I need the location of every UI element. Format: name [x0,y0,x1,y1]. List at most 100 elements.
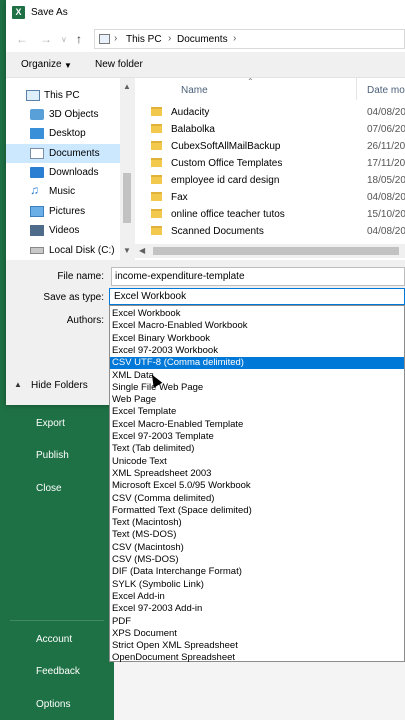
collapse-caret-icon: ▲ [14,380,22,389]
nav-label: This PC [44,90,80,101]
3d-objects-icon [30,109,44,120]
file-type-option[interactable]: Text (MS-DOS) [110,529,404,541]
nav-item-documents[interactable]: Documents [6,144,120,163]
breadcrumb-separator-icon[interactable]: › [233,33,236,44]
file-type-option[interactable]: Excel 97-2003 Workbook [110,345,404,357]
nav-item-music[interactable]: ♫ Music [6,182,120,201]
file-type-option[interactable]: DIF (Data Interchange Format) [110,566,404,578]
breadcrumb-documents[interactable]: Documents [177,34,228,45]
folder-icon [151,226,162,235]
scroll-down-icon[interactable]: ▼ [123,246,131,255]
file-type-option[interactable]: CSV (Macintosh) [110,542,404,554]
hscroll-thumb[interactable] [153,247,399,255]
forward-arrow-icon[interactable]: → [40,32,52,46]
backstage-account[interactable]: Account [36,634,72,645]
file-type-option[interactable]: Excel Workbook [110,308,404,320]
file-type-option[interactable]: Excel Binary Workbook [110,333,404,345]
file-type-option[interactable]: CSV UTF-8 (Comma delimited) [110,357,404,370]
up-arrow-icon[interactable]: ↑ [76,32,82,46]
column-header-name[interactable]: Name [181,85,208,96]
file-type-option[interactable]: SYLK (Symbolic Link) [110,579,404,591]
file-row[interactable]: employee id card design 18/05/202 [135,172,405,189]
folder-icon [151,209,162,218]
breadcrumb-separator-icon[interactable]: › [168,33,171,44]
organize-dropdown-icon[interactable]: ▼ [64,61,72,70]
scroll-left-icon[interactable]: ◀ [139,246,145,255]
file-type-option[interactable]: Web Page [110,394,404,406]
nav-label: Desktop [49,128,86,139]
file-type-option[interactable]: Unicode Text [110,456,404,468]
nav-label: Pictures [49,206,86,217]
backstage-feedback[interactable]: Feedback [36,666,80,677]
file-name: CubexSoftAllMailBackup [171,141,281,152]
file-name: Audacity [171,107,210,118]
file-type-option[interactable]: PDF [110,616,404,628]
breadcrumb-separator-icon[interactable]: › [114,33,117,44]
column-header-date[interactable]: Date mo [367,85,405,96]
file-type-option[interactable]: CSV (MS-DOS) [110,554,404,566]
save-as-type-select[interactable]: Excel Workbook [109,288,405,305]
pc-mini-icon [99,34,110,44]
file-date: 26/11/202 [367,141,405,152]
file-type-option[interactable]: Excel Add-in [110,591,404,603]
organize-button[interactable]: Organize [21,59,62,70]
backstage-close[interactable]: Close [36,483,62,494]
address-bar[interactable]: › This PC › Documents › [94,29,405,49]
pc-icon [26,90,40,101]
file-name: Fax [171,192,188,203]
backstage-export[interactable]: Export [36,418,65,429]
folder-icon [151,175,162,184]
file-type-option[interactable]: Text (Macintosh) [110,517,404,529]
nav-item-desktop[interactable]: Desktop [6,124,120,143]
file-type-option[interactable]: Excel 97-2003 Add-in [110,603,404,615]
file-row[interactable]: Custom Office Templates 17/11/202 [135,155,405,172]
file-type-option[interactable]: OpenDocument Spreadsheet [110,652,404,664]
breadcrumb-this-pc[interactable]: This PC [126,34,162,45]
file-type-option[interactable]: Text (Tab delimited) [110,443,404,455]
backstage-options[interactable]: Options [36,699,70,710]
backstage-publish[interactable]: Publish [36,450,69,461]
nav-scroll-thumb[interactable] [123,173,131,223]
save-as-type-value: Excel Workbook [114,291,187,302]
file-type-option[interactable]: Microsoft Excel 5.0/95 Workbook [110,480,404,492]
recent-chevron-icon[interactable]: ∨ [61,35,67,44]
nav-item-local-disk[interactable]: Local Disk (C:) [6,241,120,260]
file-type-option[interactable]: Strict Open XML Spreadsheet [110,640,404,652]
file-row[interactable]: Audacity 04/08/202 [135,104,405,121]
dialog-toolbar: Organize ▼ New folder [6,52,405,78]
back-arrow-icon[interactable]: ← [16,32,28,46]
file-list-hscrollbar[interactable]: ◀ [135,244,405,258]
file-type-option[interactable]: Formatted Text (Space delimited) [110,505,404,517]
file-date: 04/08/202 [367,192,405,203]
file-name-input[interactable]: income-expenditure-template [111,267,405,286]
file-name-label: File name: [57,271,104,282]
file-row[interactable]: Balabolka 07/06/202 [135,121,405,138]
file-row[interactable]: online office teacher tutos 15/10/202 [135,206,405,223]
file-row[interactable]: Fax 04/08/202 [135,189,405,206]
column-separator[interactable] [356,78,357,100]
address-row: ← → ∨ ↑ › This PC › Documents › [6,26,405,52]
file-type-option[interactable]: XML Spreadsheet 2003 [110,468,404,480]
file-row[interactable]: CubexSoftAllMailBackup 26/11/202 [135,138,405,155]
scroll-up-icon[interactable]: ▲ [123,82,131,91]
file-date: 18/05/202 [367,175,405,186]
file-date: 15/10/202 [367,209,405,220]
nav-item-downloads[interactable]: Downloads [6,163,120,182]
nav-item-3d-objects[interactable]: 3D Objects [6,105,120,124]
file-type-option[interactable]: Excel Macro-Enabled Workbook [110,320,404,332]
file-name-value: income-expenditure-template [115,271,245,282]
file-type-option[interactable]: XPS Document [110,628,404,640]
file-type-option[interactable]: Excel Macro-Enabled Template [110,419,404,431]
nav-item-videos[interactable]: Videos [6,221,120,240]
file-type-option[interactable]: Excel Template [110,406,404,418]
nav-item-this-pc[interactable]: This PC [6,86,120,105]
nav-item-pictures[interactable]: Pictures [6,202,120,221]
file-type-option[interactable]: Excel 97-2003 Template [110,431,404,443]
folder-icon [151,158,162,167]
folder-icon [151,141,162,150]
nav-label: Downloads [49,167,99,178]
nav-scrollbar[interactable]: ▲ ▼ [120,78,134,260]
new-folder-button[interactable]: New folder [95,59,143,70]
file-row[interactable]: Scanned Documents 04/08/202 [135,223,405,240]
file-type-option[interactable]: CSV (Comma delimited) [110,493,404,505]
